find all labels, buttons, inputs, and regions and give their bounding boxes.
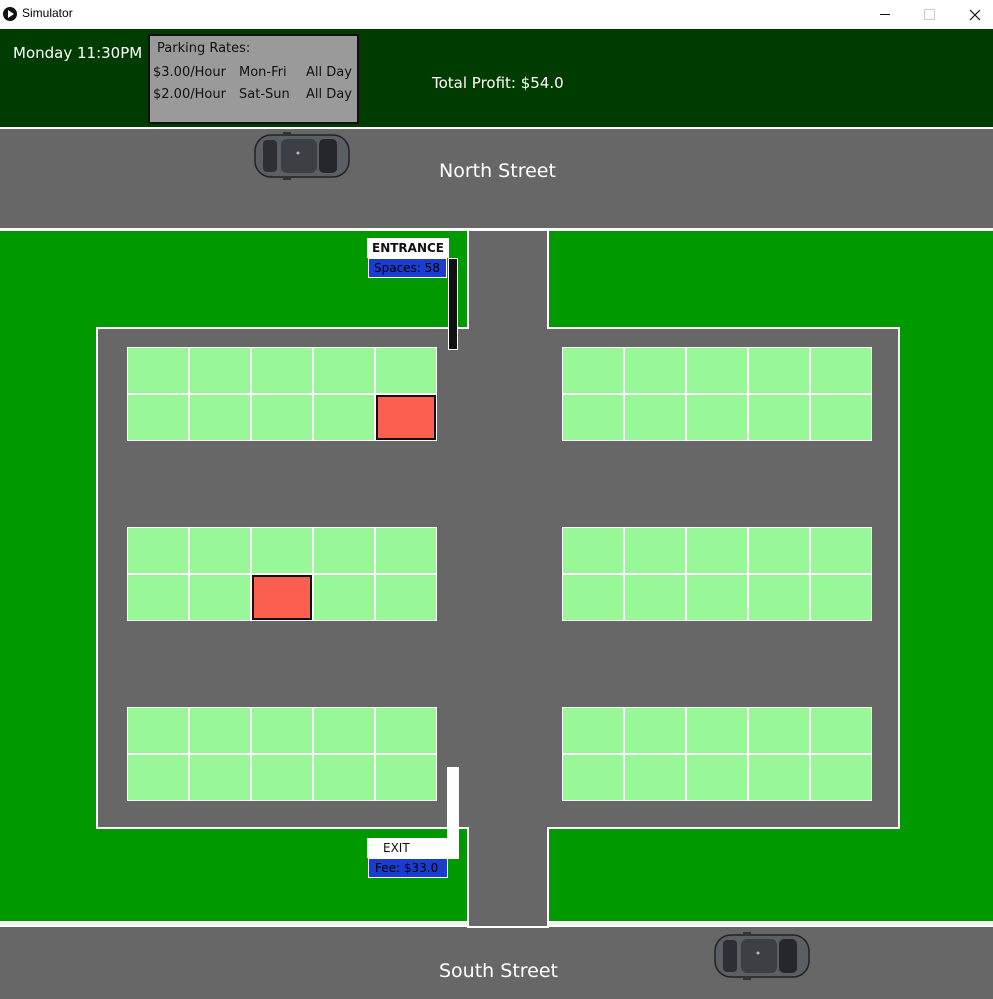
close-button[interactable] <box>952 0 993 29</box>
entrance-gate-barrier <box>448 258 458 350</box>
clock-display: Monday 11:30PM <box>13 44 143 62</box>
north-street-label: North Street <box>439 160 556 182</box>
parking-block-top-left <box>127 347 437 441</box>
parking-spot <box>252 708 312 753</box>
parking-spot <box>811 528 871 573</box>
parking-spot <box>811 708 871 753</box>
parking-spot <box>314 755 374 800</box>
parking-spot <box>190 575 250 620</box>
rate-days: Mon-Fri <box>239 65 287 80</box>
rate-price: $2.00/Hour <box>153 87 226 102</box>
spaces-available-label: Spaces: 58 <box>368 258 447 278</box>
parking-spot <box>128 708 188 753</box>
parking-spot <box>190 528 250 573</box>
window-titlebar: Simulator <box>0 0 993 30</box>
exit-fee-label: Fee: $33.0 <box>368 858 448 878</box>
parking-spot <box>811 575 871 620</box>
parking-spot <box>314 348 374 393</box>
rate-price: $3.00/Hour <box>153 65 226 80</box>
parking-spot <box>376 575 436 620</box>
car-south <box>714 932 810 980</box>
parking-spot <box>687 528 747 573</box>
parking-spot <box>563 348 623 393</box>
parking-spot <box>563 528 623 573</box>
parking-block-middle-right <box>562 527 872 621</box>
parking-block-middle-left <box>127 527 437 621</box>
parking-spot <box>376 528 436 573</box>
rate-period: All Day <box>306 87 352 102</box>
exit-driveway <box>467 826 549 928</box>
parking-spot <box>252 348 312 393</box>
south-street-label: South Street <box>439 960 558 982</box>
maximize-icon <box>924 9 935 20</box>
parking-spot <box>687 755 747 800</box>
parking-spot <box>811 755 871 800</box>
parking-spot <box>128 348 188 393</box>
parking-spot <box>563 755 623 800</box>
close-icon <box>969 9 980 20</box>
parking-spot <box>376 348 436 393</box>
parking-block-bottom-left <box>127 707 437 801</box>
parking-spot <box>687 708 747 753</box>
parking-spot <box>811 348 871 393</box>
parking-spot-occupied <box>252 575 312 620</box>
entrance-driveway <box>467 229 549 332</box>
window-title: Simulator <box>22 6 73 20</box>
parking-block-top-right <box>562 347 872 441</box>
parking-spot <box>625 755 685 800</box>
parking-spot <box>314 528 374 573</box>
parking-block-bottom-right <box>562 707 872 801</box>
parking-spot <box>128 755 188 800</box>
parking-spot <box>749 528 809 573</box>
parking-rates-panel: Parking Rates: $3.00/Hour Mon-Fri All Da… <box>148 34 359 124</box>
exit-sign: EXIT <box>367 838 449 858</box>
parking-spot <box>563 395 623 440</box>
rate-days: Sat-Sun <box>239 87 290 102</box>
parking-spot <box>749 348 809 393</box>
parking-spot <box>749 755 809 800</box>
parking-spot <box>190 348 250 393</box>
rates-title: Parking Rates: <box>157 41 251 56</box>
parking-spot <box>625 395 685 440</box>
parking-spot-occupied <box>376 395 436 440</box>
parking-spot <box>625 708 685 753</box>
parking-spot <box>128 528 188 573</box>
entrance-sign: ENTRANCE <box>367 238 449 258</box>
lot-exit-opening <box>469 825 547 829</box>
parking-spot <box>749 575 809 620</box>
parking-spot <box>252 395 312 440</box>
parking-spot <box>625 575 685 620</box>
parking-spot <box>625 348 685 393</box>
parking-spot <box>376 708 436 753</box>
parking-spot <box>190 755 250 800</box>
parking-spot <box>376 755 436 800</box>
parking-spot <box>252 528 312 573</box>
parking-spot <box>749 395 809 440</box>
parking-spot <box>687 395 747 440</box>
parking-spot <box>687 348 747 393</box>
parking-spot <box>128 575 188 620</box>
parking-spot <box>128 395 188 440</box>
rate-period: All Day <box>306 65 352 80</box>
parking-spot <box>314 395 374 440</box>
parking-spot <box>563 708 623 753</box>
minimize-button[interactable] <box>862 0 907 29</box>
lot-entrance-opening <box>469 327 547 330</box>
parking-spot <box>811 395 871 440</box>
maximize-button[interactable] <box>907 0 952 29</box>
minimize-icon <box>879 14 890 15</box>
parking-spot <box>687 575 747 620</box>
parking-spot <box>563 575 623 620</box>
parking-spot <box>314 575 374 620</box>
parking-spot <box>314 708 374 753</box>
parking-spot <box>190 395 250 440</box>
car-north <box>254 132 350 180</box>
app-play-icon <box>3 7 17 21</box>
parking-spot <box>625 528 685 573</box>
parking-spot <box>190 708 250 753</box>
total-profit: Total Profit: $54.0 <box>432 74 564 92</box>
parking-spot <box>749 708 809 753</box>
parking-spot <box>252 755 312 800</box>
